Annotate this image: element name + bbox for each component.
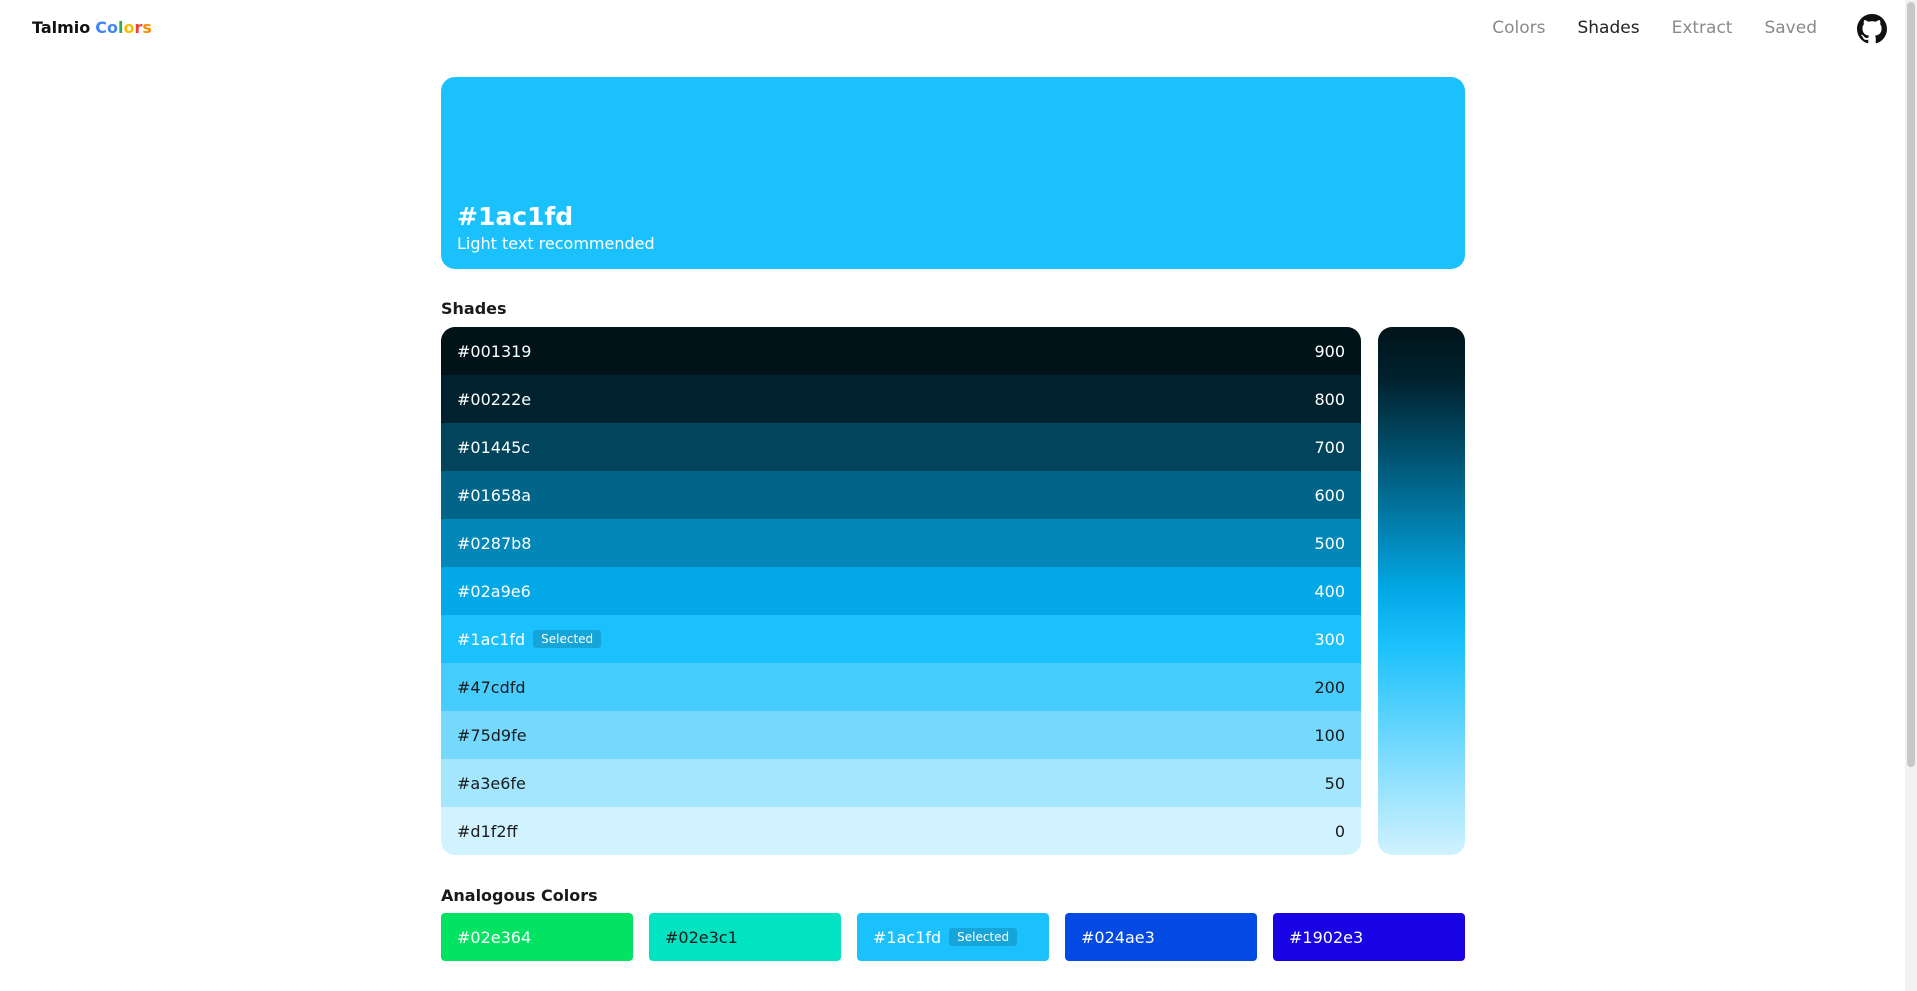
shade-row[interactable]: #00222e 800 [441,375,1361,423]
shade-left: #d1f2ff [457,822,518,841]
shade-hex: #a3e6fe [457,773,526,793]
shade-left: #0287b8 [457,534,531,553]
shades-gradient-preview [1378,327,1465,855]
shade-row[interactable]: #d1f2ff 0 [441,807,1361,855]
nav-link-shades[interactable]: Shades [1577,18,1639,38]
logo-word-talmio: Talmio [32,18,91,37]
shades-list: #001319 900 #00222e 800 #01445c 700 #01658a 600… [441,327,1361,855]
shade-left: #001319 [457,342,531,361]
shade-row[interactable]: #02a9e6 400 [441,567,1361,615]
analogous-hex: #02e3c1 [665,927,738,947]
shade-left: #a3e6fe [457,774,526,793]
shade-hex: #02a9e6 [457,581,531,601]
analogous-hex: #1902e3 [1289,927,1364,947]
github-icon[interactable] [1857,14,1887,44]
shade-left: #01445c [457,438,530,457]
top-navigation-bar: Talmio Colors Colors Shades Extract Saved [0,0,1905,58]
shade-row[interactable]: #75d9fe 100 [441,711,1361,759]
shade-weight: 300 [1314,629,1345,649]
shade-hex: #0287b8 [457,533,532,553]
logo-letter: r [134,18,143,37]
selected-badge: Selected [949,928,1018,946]
shade-row[interactable]: #001319 900 [441,327,1361,375]
shade-hex: #d1f2ff [457,821,518,841]
scrollbar-thumb[interactable] [1907,2,1915,767]
analogous-hex: #1ac1fd [873,927,942,947]
shade-hex: #001319 [457,341,532,361]
shade-left: #1ac1fd Selected [457,629,602,649]
shade-hex: #00222e [457,389,532,409]
shade-weight: 200 [1314,677,1345,697]
shade-left: #02a9e6 [457,582,531,601]
shades-heading: Shades [441,299,507,318]
analogous-color-chip[interactable]: #02e364 [441,913,633,961]
shade-weight: 800 [1314,389,1345,409]
analogous-color-chip[interactable]: #1902e3 [1273,913,1465,961]
selected-color-hero: #1ac1fd Light text recommended [441,77,1465,269]
shade-weight: 700 [1314,437,1345,457]
shade-hex: #01658a [457,485,532,505]
shade-weight: 100 [1314,725,1345,745]
shade-row[interactable]: #0287b8 500 [441,519,1361,567]
shade-left: #75d9fe [457,726,527,745]
shade-hex: #75d9fe [457,725,527,745]
shade-weight: 500 [1314,533,1345,553]
shade-left: #01658a [457,486,531,505]
shade-left: #47cdfd [457,678,526,697]
logo-word-colors: Colors [95,18,152,37]
logo[interactable]: Talmio Colors [32,18,152,37]
shade-row[interactable]: #1ac1fd Selected 300 [441,615,1361,663]
nav-link-extract[interactable]: Extract [1672,18,1733,38]
analogous-color-chip[interactable]: #02e3c1 [649,913,841,961]
selected-badge: Selected [533,630,602,648]
analogous-colors-row: #02e364 #02e3c1 #1ac1fd Selected #024ae3 #190… [441,913,1465,961]
logo-letter: o [123,18,135,37]
shade-weight: 0 [1334,821,1345,841]
shade-row[interactable]: #47cdfd 200 [441,663,1361,711]
shade-hex: #47cdfd [457,677,526,697]
logo-letter: C [95,18,108,37]
logo-letter: o [107,18,119,37]
shade-hex: #01445c [457,437,531,457]
nav-link-colors[interactable]: Colors [1492,18,1545,38]
shade-row[interactable]: #a3e6fe 50 [441,759,1361,807]
shade-weight: 900 [1314,341,1345,361]
shade-left: #00222e [457,390,531,409]
logo-letter: s [142,18,152,37]
hero-contrast-note: Light text recommended [457,234,655,253]
analogous-hex: #02e364 [457,927,532,947]
shade-weight: 600 [1314,485,1345,505]
shade-row[interactable]: #01658a 600 [441,471,1361,519]
shade-weight: 400 [1314,581,1345,601]
shade-weight: 50 [1324,773,1345,793]
shade-row[interactable]: #01445c 700 [441,423,1361,471]
nav-link-saved[interactable]: Saved [1764,18,1817,38]
analogous-hex: #024ae3 [1081,927,1155,947]
main-nav: Colors Shades Extract Saved [1492,18,1817,38]
analogous-heading: Analogous Colors [441,886,598,905]
analogous-color-chip[interactable]: #1ac1fd Selected [857,913,1049,961]
analogous-color-chip[interactable]: #024ae3 [1065,913,1257,961]
shade-hex: #1ac1fd [457,629,526,649]
hero-hex-value: #1ac1fd [457,202,574,231]
